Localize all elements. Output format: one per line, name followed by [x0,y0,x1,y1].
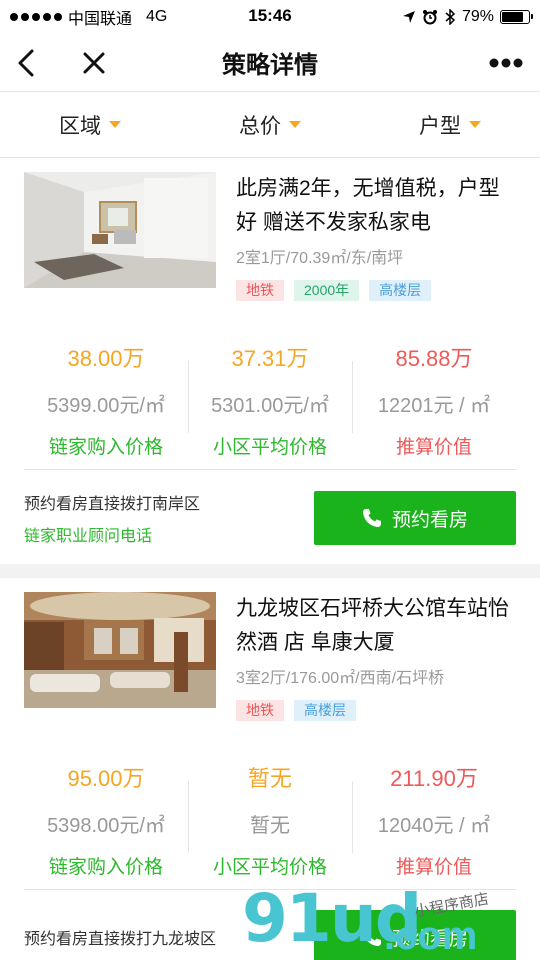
price-label: 推算价值 [395,857,472,878]
back-button[interactable] [8,34,44,92]
phone-icon [362,509,381,527]
price-per-sqm: 12201元 / ㎡ [377,395,491,417]
contact-text: 预约看房直接拨打南岸区 [24,496,201,513]
listing-photo[interactable] [24,172,216,288]
alarm-icon [422,10,437,25]
price-main: 211.90万 [390,766,478,791]
price-label: 链家购入价格 [48,437,163,458]
nav-bar: 策略详情 [0,34,540,92]
contact-row: 预约看房直接拨打九龙坡区 预约看房 [24,890,516,960]
listing-title: 九龙坡区石坪桥大公馆车站怡然酒 店 阜康大厦 [236,597,509,654]
tag-list: 地铁 高楼层 [236,700,516,721]
price-estimated-value: 85.88万 12201元 / ㎡ 推算价值 [352,341,516,458]
status-right: 79% [402,8,533,26]
price-community-avg: 暂无 暂无 小区平均价格 [188,761,352,878]
battery-icon [500,10,533,24]
price-main: 38.00万 [67,346,145,371]
price-per-sqm: 5301.00元/㎡ [211,395,329,417]
listing-meta: 2室1厅/70.39㎡/东/南坪 [236,250,404,267]
price-estimated-value: 211.90万 12040元 / ㎡ 推算价值 [352,761,516,878]
contact-subtext: 链家职业顾问电话 [24,528,153,545]
location-icon [402,11,415,23]
tag: 高楼层 [294,700,356,721]
tag: 地铁 [236,280,284,301]
book-viewing-button[interactable]: 预约看房 [314,491,516,545]
bluetooth-icon [445,9,456,25]
book-viewing-button[interactable]: 预约看房 [314,910,516,960]
price-main: 暂无 [247,766,292,791]
battery-percent: 79% [461,8,494,25]
tag: 2000年 [294,280,360,301]
filter-bar: 区域 总价 户型 [0,92,540,158]
tag: 地铁 [236,700,284,721]
price-label: 链家购入价格 [48,857,163,878]
status-left: 中国联通 4G [10,5,167,29]
close-button[interactable] [74,34,114,92]
price-per-sqm: 12040元 / ㎡ [377,815,491,837]
price-label: 小区平均价格 [212,437,327,458]
listing-photo[interactable] [24,592,216,708]
price-per-sqm: 5399.00元/㎡ [47,395,165,417]
price-main: 85.88万 [395,346,473,371]
network-type: 4G [146,8,168,25]
carrier-name: 中国联通 [68,11,133,28]
listing-meta: 3室2厅/176.00㎡/西南/石坪桥 [236,670,445,687]
price-main: 37.31万 [231,346,309,371]
price-purchase: 95.00万 5398.00元/㎡ 链家购入价格 [24,761,188,878]
more-button[interactable] [486,34,526,92]
filter-label: 户型 [419,114,461,138]
close-icon [83,52,105,74]
phone-icon [362,928,381,946]
contact-text: 预约看房直接拨打九龙坡区 [24,931,217,948]
button-label: 预约看房 [391,928,468,950]
price-main: 95.00万 [67,766,145,791]
filter-total-price[interactable]: 总价 [180,92,360,157]
filter-layout[interactable]: 户型 [360,92,540,157]
dropdown-triangle-icon [289,121,301,128]
listing-card[interactable]: 此房满2年，无增值税，户型好 赠送不发家私家电 2室1厅/70.39㎡/东/南坪… [0,158,540,578]
signal-dots-icon [10,13,62,21]
price-label: 小区平均价格 [212,857,327,878]
dropdown-triangle-icon [469,121,481,128]
listing-title: 此房满2年，无增值税，户型好 赠送不发家私家电 [236,177,500,234]
filter-label: 总价 [239,114,281,138]
price-row: 95.00万 5398.00元/㎡ 链家购入价格 暂无 暂无 小区平均价格 21… [24,761,516,878]
chevron-left-icon [18,49,34,77]
price-per-sqm: 暂无 [250,815,290,837]
dropdown-triangle-icon [109,121,121,128]
price-community-avg: 37.31万 5301.00元/㎡ 小区平均价格 [188,341,352,458]
more-dots-icon [489,58,523,68]
filter-label: 区域 [59,114,101,138]
status-bar: 中国联通 4G 15:46 79% [0,0,540,34]
price-row: 38.00万 5399.00元/㎡ 链家购入价格 37.31万 5301.00元… [24,341,516,458]
listing-card[interactable]: 九龙坡区石坪桥大公馆车站怡然酒 店 阜康大厦 3室2厅/176.00㎡/西南/石… [0,578,540,960]
button-label: 预约看房 [391,509,468,531]
price-per-sqm: 5398.00元/㎡ [47,815,165,837]
section-gap [0,564,540,578]
price-label: 推算价值 [395,437,472,458]
filter-region[interactable]: 区域 [0,92,180,157]
contact-row: 预约看房直接拨打南岸区 链家职业顾问电话 预约看房 [24,470,516,564]
tag: 高楼层 [369,280,432,301]
tag-list: 地铁 2000年 高楼层 [236,280,516,301]
price-purchase: 38.00万 5399.00元/㎡ 链家购入价格 [24,341,188,458]
